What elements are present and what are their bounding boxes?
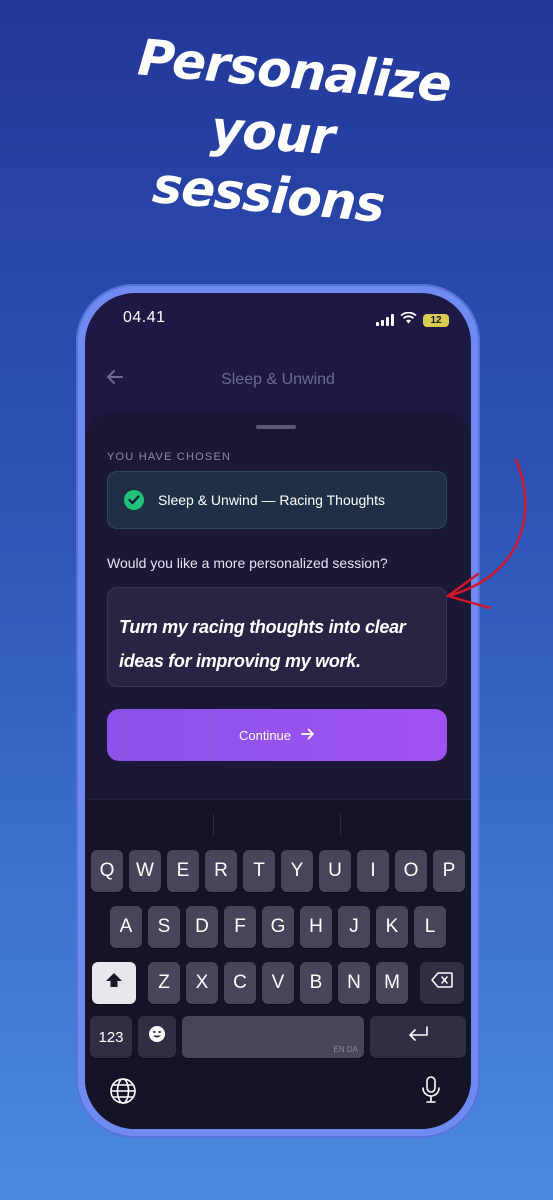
space-key[interactable]: EN DA (182, 1016, 364, 1058)
personalize-question: Would you like a more personalized sessi… (107, 555, 388, 571)
emoji-icon (148, 1025, 166, 1049)
globe-icon[interactable] (109, 1077, 137, 1110)
key-e[interactable]: E (167, 850, 199, 892)
shift-key[interactable] (92, 962, 136, 1004)
keyboard-bottom-bar (85, 1071, 471, 1111)
backspace-icon (431, 972, 453, 994)
phone-frame: 04.41 12 Sleep & Unwind YOU HAVE CHOSEN (76, 284, 480, 1138)
key-q[interactable]: Q (91, 850, 123, 892)
key-b[interactable]: B (300, 962, 332, 1004)
keyboard: Q W E R T Y U I O P A S D F G H J K L Z … (85, 799, 471, 1129)
key-u[interactable]: U (319, 850, 351, 892)
microphone-icon[interactable] (421, 1075, 441, 1110)
keyboard-language-hint: EN DA (333, 1045, 358, 1054)
key-f[interactable]: F (224, 906, 256, 948)
continue-label: Continue (238, 727, 292, 743)
annotation-arrow-icon (446, 458, 527, 610)
key-t[interactable]: T (243, 850, 275, 892)
suggestion-bar (85, 814, 471, 836)
status-time: 04.41 (123, 309, 166, 326)
return-key[interactable] (370, 1016, 466, 1058)
key-z[interactable]: Z (148, 962, 180, 1004)
key-w[interactable]: W (129, 850, 161, 892)
continue-button[interactable]: Continue (107, 709, 447, 761)
key-l[interactable]: L (414, 906, 446, 948)
shift-icon (105, 972, 123, 994)
chosen-session-text: Sleep & Unwind — Racing Thoughts (158, 492, 385, 508)
chosen-label: YOU HAVE CHOSEN (107, 451, 232, 463)
sheet-drag-handle[interactable] (256, 425, 296, 429)
key-row-4: 123 EN DA (85, 1016, 471, 1058)
delete-key[interactable] (420, 962, 464, 1004)
nav-title: Sleep & Unwind (221, 371, 335, 388)
key-j[interactable]: J (338, 906, 370, 948)
key-row-1: Q W E R T Y U I O P (85, 850, 471, 892)
wifi-icon (400, 311, 417, 329)
status-bar: 04.41 12 (85, 293, 471, 343)
key-n[interactable]: N (338, 962, 370, 1004)
key-s[interactable]: S (148, 906, 180, 948)
key-v[interactable]: V (262, 962, 294, 1004)
numbers-key[interactable]: 123 (90, 1016, 132, 1058)
battery-icon: 12 (423, 313, 449, 327)
key-g[interactable]: G (262, 906, 294, 948)
key-h[interactable]: H (300, 906, 332, 948)
return-icon (407, 1026, 429, 1048)
emoji-key[interactable] (138, 1016, 176, 1058)
key-r[interactable]: R (205, 850, 237, 892)
status-icons: 12 (376, 311, 449, 329)
key-y[interactable]: Y (281, 850, 313, 892)
key-o[interactable]: O (395, 850, 427, 892)
phone-screen: 04.41 12 Sleep & Unwind YOU HAVE CHOSEN (85, 293, 471, 1129)
nav-bar: Sleep & Unwind (85, 365, 471, 395)
key-row-3: Z X C V B N M (85, 962, 471, 1004)
check-circle-icon (124, 490, 144, 510)
personalization-input[interactable]: Turn my racing thoughts into clear ideas… (107, 587, 447, 687)
key-row-2: A S D F G H J K L (85, 906, 471, 948)
key-x[interactable]: X (186, 962, 218, 1004)
chosen-session-card: Sleep & Unwind — Racing Thoughts (107, 471, 447, 529)
key-m[interactable]: M (376, 962, 408, 1004)
key-d[interactable]: D (186, 906, 218, 948)
key-p[interactable]: P (433, 850, 465, 892)
key-a[interactable]: A (110, 906, 142, 948)
key-c[interactable]: C (224, 962, 256, 1004)
cellular-signal-icon (376, 314, 394, 326)
headline: Personalize your sessions (0, 28, 553, 234)
key-k[interactable]: K (376, 906, 408, 948)
arrow-right-icon (301, 728, 315, 743)
key-i[interactable]: I (357, 850, 389, 892)
